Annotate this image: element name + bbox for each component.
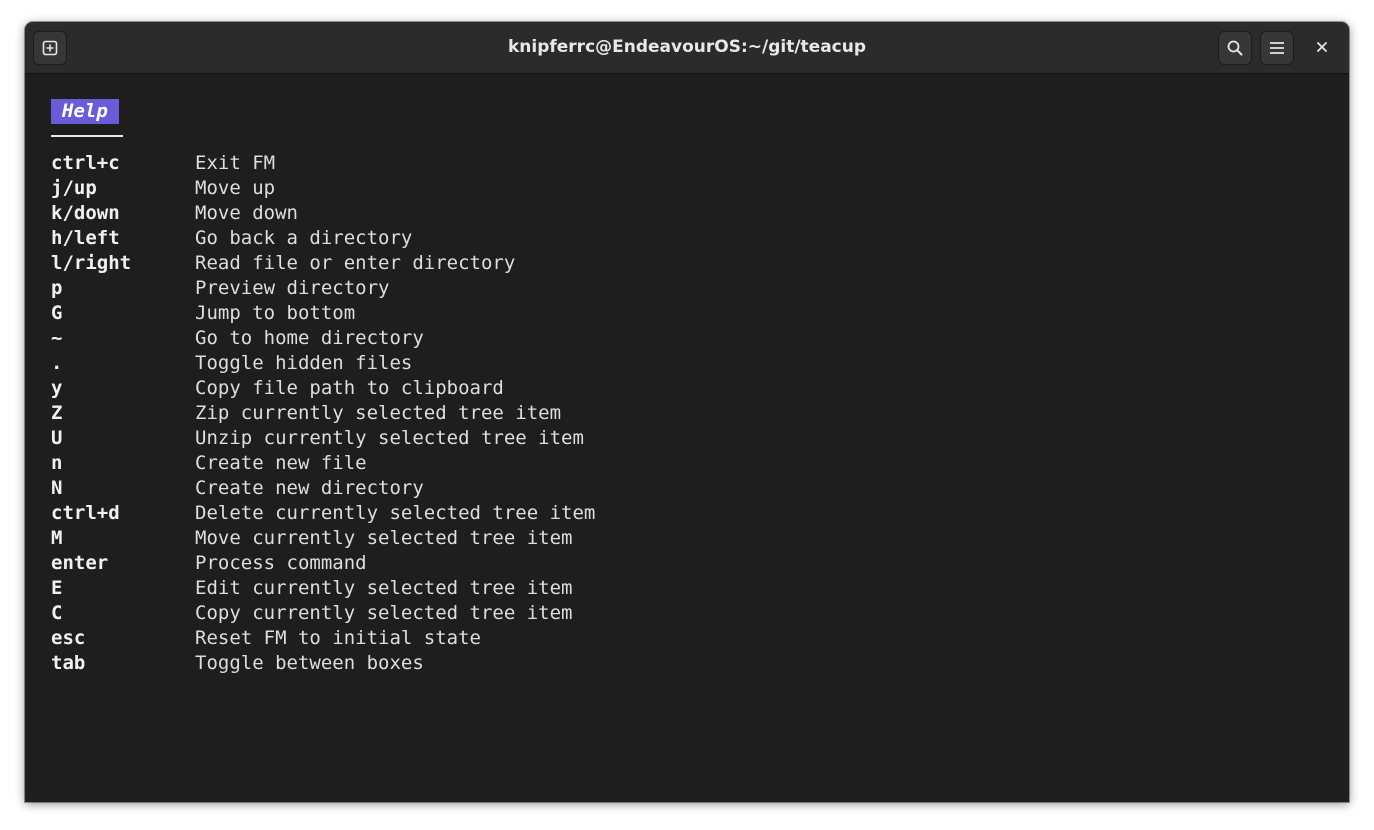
keybinding-description: Preview directory (195, 277, 390, 299)
keybinding-key: . (51, 352, 63, 374)
keybinding-description: Zip currently selected tree item (195, 402, 562, 424)
hamburger-menu-icon (1269, 41, 1285, 55)
terminal-window: knipferrc@EndeavourOS:~/git/teacup Help … (25, 22, 1349, 802)
keybinding-row: ~ Go to home directory (51, 326, 595, 351)
keybinding-key: E (51, 577, 63, 599)
keybinding-description: Unzip currently selected tree item (195, 427, 584, 449)
keybinding-key: k/down (51, 202, 120, 224)
close-icon (1317, 39, 1327, 57)
keybinding-row: tab Toggle between boxes (51, 651, 595, 676)
keybinding-description: Create new directory (195, 477, 424, 499)
keybinding-row: N Create new directory (51, 476, 595, 501)
close-button[interactable] (1309, 35, 1335, 61)
terminal-output: Help ctrl+c Exit FM j/up Move up k/down Mov… (51, 99, 595, 676)
keybinding-key: ~ (51, 327, 63, 349)
keybinding-key: C (51, 602, 63, 624)
window-title: knipferrc@EndeavourOS:~/git/teacup (507, 37, 867, 57)
keybinding-key: y (51, 377, 63, 399)
keybinding-description: Move down (195, 202, 298, 224)
keybinding-description: Copy currently selected tree item (195, 602, 573, 624)
keybinding-description: Exit FM (195, 152, 276, 174)
keybinding-key: esc (51, 627, 86, 649)
keybinding-key: Z (51, 402, 63, 424)
keybinding-description: Create new file (195, 452, 367, 474)
keybinding-row: l/right Read file or enter directory (51, 251, 595, 276)
keybinding-row: U Unzip currently selected tree item (51, 426, 595, 451)
keybinding-description: Jump to bottom (195, 302, 356, 324)
keybinding-row: E Edit currently selected tree item (51, 576, 595, 601)
keybinding-key: M (51, 527, 63, 549)
keybinding-description: Move currently selected tree item (195, 527, 573, 549)
keybinding-key: tab (51, 652, 86, 674)
keybinding-row: j/up Move up (51, 176, 595, 201)
keybinding-key: ctrl+c (51, 152, 120, 174)
help-heading: Help (51, 99, 119, 124)
keybinding-description: Go back a directory (195, 227, 413, 249)
keybinding-description: Toggle hidden files (195, 352, 413, 374)
keybinding-description: Read file or enter directory (195, 252, 516, 274)
keybinding-row: h/left Go back a directory (51, 226, 595, 251)
keybinding-description: Reset FM to initial state (195, 627, 481, 649)
keybinding-key: G (51, 302, 63, 324)
keybinding-description: Delete currently selected tree item (195, 502, 596, 524)
keybinding-key: h/left (51, 227, 120, 249)
keybinding-row: ctrl+d Delete currently selected tree ite… (51, 501, 595, 526)
keybinding-description: Process command (195, 552, 367, 574)
keybinding-row: C Copy currently selected tree item (51, 601, 595, 626)
keybinding-row: Z Zip currently selected tree item (51, 401, 595, 426)
keybinding-row: esc Reset FM to initial state (51, 626, 595, 651)
keybinding-row: p Preview directory (51, 276, 595, 301)
keybinding-description: Edit currently selected tree item (195, 577, 573, 599)
keybinding-key: enter (51, 552, 109, 574)
keybinding-description: Move up (195, 177, 276, 199)
keybinding-row: n Create new file (51, 451, 595, 476)
keybinding-row: M Move currently selected tree item (51, 526, 595, 551)
keybinding-row: k/down Move down (51, 201, 595, 226)
keybinding-description: Go to home directory (195, 327, 424, 349)
keybinding-key: ctrl+d (51, 502, 120, 524)
help-underline (51, 135, 123, 137)
keybinding-key: U (51, 427, 63, 449)
keybinding-row: enter Process command (51, 551, 595, 576)
keybinding-row: ctrl+c Exit FM (51, 151, 595, 176)
menu-button[interactable] (1260, 31, 1294, 65)
keybinding-key: n (51, 452, 63, 474)
search-icon (1226, 39, 1244, 57)
keybinding-list: ctrl+c Exit FM j/up Move up k/down Move dow… (51, 151, 595, 676)
keybinding-row: . Toggle hidden files (51, 351, 595, 376)
keybinding-description: Copy file path to clipboard (195, 377, 504, 399)
keybinding-description: Toggle between boxes (195, 652, 424, 674)
keybinding-key: N (51, 477, 63, 499)
keybinding-key: j/up (51, 177, 97, 199)
new-tab-icon (42, 40, 58, 56)
title-bar: knipferrc@EndeavourOS:~/git/teacup (25, 22, 1349, 74)
keybinding-row: G Jump to bottom (51, 301, 595, 326)
keybinding-key: p (51, 277, 63, 299)
new-tab-button[interactable] (33, 31, 67, 65)
search-button[interactable] (1218, 31, 1252, 65)
keybinding-row: y Copy file path to clipboard (51, 376, 595, 401)
keybinding-key: l/right (51, 252, 132, 274)
